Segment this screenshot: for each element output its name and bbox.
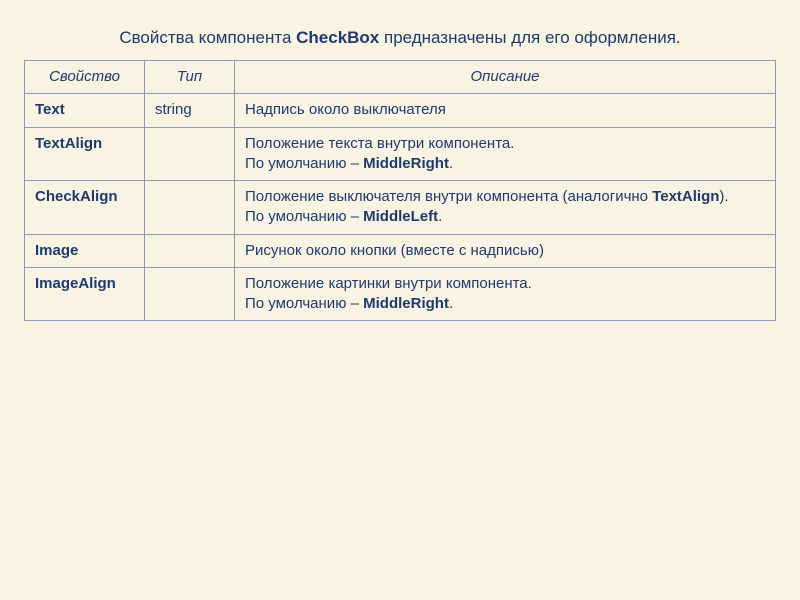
text: Положение текста внутри компонента.: [245, 135, 514, 152]
table-body: Textstring Надпись около выключателя TextA…: [25, 94, 776, 321]
type-cell: [145, 181, 235, 235]
table-row: Textstring Надпись около выключателя: [25, 94, 776, 127]
document-page: Свойства компонента CheckBox предназначе…: [0, 0, 800, 349]
property-cell: ImageAlign: [25, 267, 145, 321]
type-cell: [145, 127, 235, 181]
table-row: Image Рисунок около кнопки (вместе с надп…: [25, 234, 776, 267]
properties-table: Свойство Тип Описание Textstring Надпись …: [24, 60, 776, 321]
header-description: Описание: [235, 61, 776, 94]
property-cell: Image: [25, 234, 145, 267]
text: Рисунок около кнопки (вместе с надписью): [245, 242, 544, 259]
bold-text: TextAlign: [652, 188, 719, 205]
description-cell: Положение текста внутри компонента. По ум…: [235, 127, 776, 181]
bold-text: MiddleRight: [363, 295, 449, 312]
type-cell: [145, 234, 235, 267]
table-header-row: Свойство Тип Описание: [25, 61, 776, 94]
text: По умолчанию –: [245, 208, 363, 225]
property-cell: TextAlign: [25, 127, 145, 181]
title-suffix: предназначены для его оформления.: [379, 28, 680, 47]
description-cell: Положение выключателя внутри компонента …: [235, 181, 776, 235]
text: .: [449, 155, 453, 172]
text: По умолчанию –: [245, 295, 363, 312]
table-row: CheckAlign Положение выключателя внутри к…: [25, 181, 776, 235]
text: По умолчанию –: [245, 155, 363, 172]
text: Надпись около выключателя: [245, 101, 446, 118]
text: Положение картинки внутри компонента.: [245, 275, 532, 292]
bold-text: MiddleLeft: [363, 208, 438, 225]
title-bold: CheckBox: [296, 28, 379, 47]
text: .: [449, 295, 453, 312]
title-prefix: Свойства компонента: [119, 28, 296, 47]
header-property: Свойство: [25, 61, 145, 94]
header-type: Тип: [145, 61, 235, 94]
property-cell: Text: [25, 94, 145, 127]
description-cell: Надпись около выключателя: [235, 94, 776, 127]
type-cell: string: [145, 94, 235, 127]
bold-text: MiddleRight: [363, 155, 449, 172]
type-cell: [145, 267, 235, 321]
page-title: Свойства компонента CheckBox предназначе…: [24, 28, 776, 48]
description-cell: Рисунок около кнопки (вместе с надписью): [235, 234, 776, 267]
description-cell: Положение картинки внутри компонента. По …: [235, 267, 776, 321]
text: .: [438, 208, 442, 225]
table-row: TextAlign Положение текста внутри компоне…: [25, 127, 776, 181]
property-cell: CheckAlign: [25, 181, 145, 235]
text: ).: [719, 188, 728, 205]
text: Положение выключателя внутри компонента …: [245, 188, 652, 205]
table-row: ImageAlign Положение картинки внутри комп…: [25, 267, 776, 321]
